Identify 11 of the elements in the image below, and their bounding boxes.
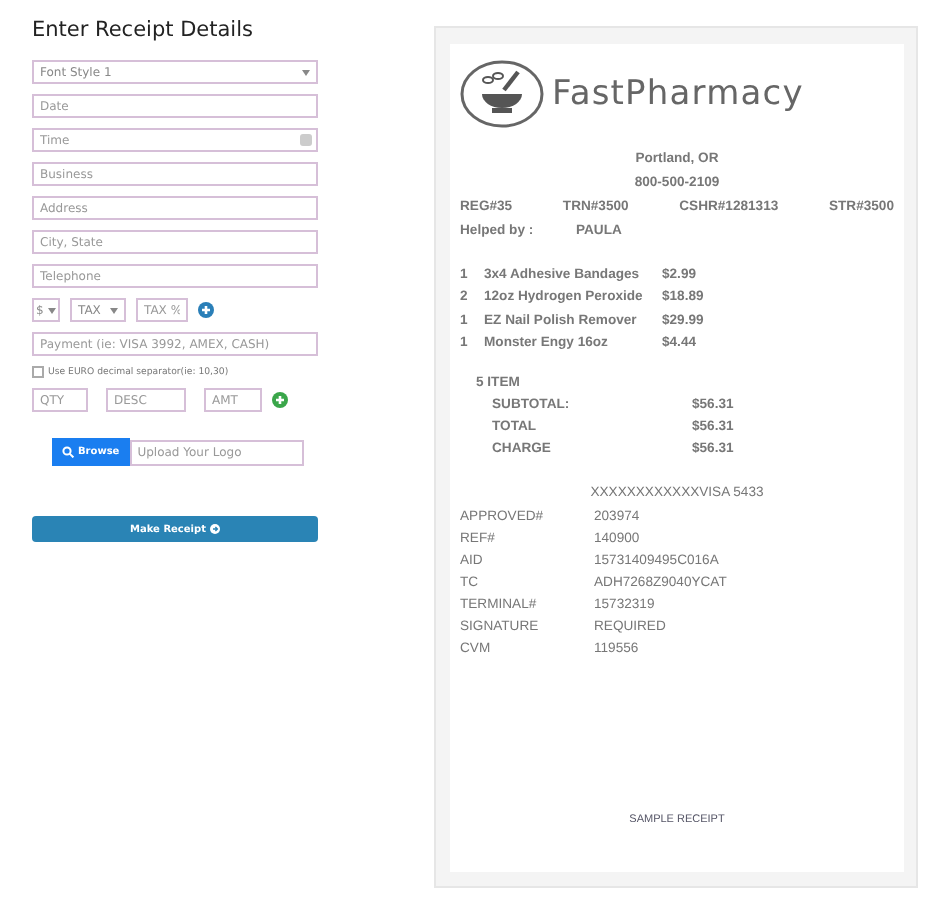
search-icon <box>62 446 74 458</box>
arrow-circle-icon <box>209 524 220 534</box>
caret-icon <box>48 307 56 313</box>
form-title: Enter Receipt Details <box>32 18 255 42</box>
plus-icon <box>198 302 214 318</box>
caret-icon <box>110 307 118 313</box>
plus-icon <box>272 392 288 408</box>
mortar-pestle-icon <box>460 60 544 128</box>
checkbox[interactable] <box>32 366 44 378</box>
caret-icon <box>302 69 310 75</box>
brand-name: FastPharmacy <box>552 74 804 114</box>
